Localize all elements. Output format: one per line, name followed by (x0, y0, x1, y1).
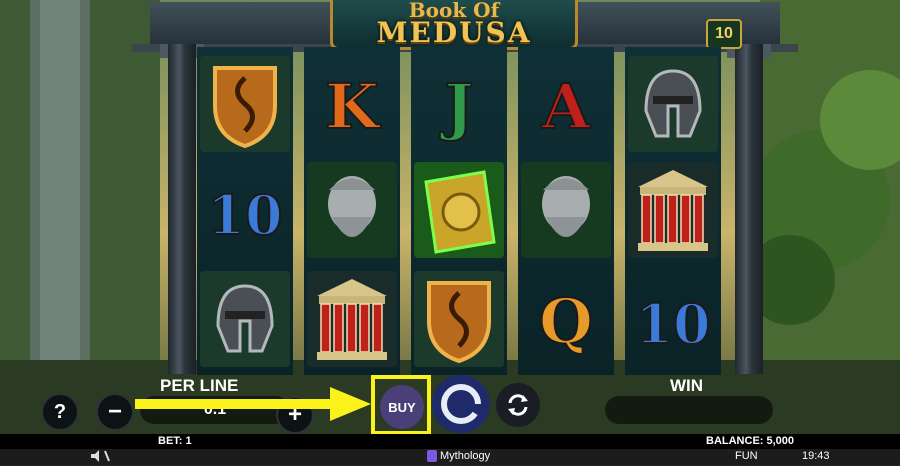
reel-cell (518, 158, 614, 262)
ten-symbol-icon: 10 (206, 182, 283, 248)
mode-text: FUN (735, 450, 758, 462)
game-logo: Book Of MEDUSA (330, 0, 578, 50)
status-bar-bottom: Mythology FUN 19:43 (0, 449, 900, 465)
reel-cell: 10 (197, 158, 293, 262)
reel-cell: 10 (625, 267, 721, 371)
svg-text:K: K (325, 70, 381, 143)
temple-symbol-icon (628, 162, 718, 258)
temple-column-right (735, 44, 763, 374)
reel-cell: K (304, 52, 400, 156)
q-symbol-icon: Q (538, 284, 594, 359)
decrease-bet-button[interactable]: − (98, 395, 132, 429)
autoplay-icon (508, 394, 528, 416)
temple-column-left (168, 44, 196, 374)
logo-line-2: MEDUSA (376, 16, 532, 49)
sound-icon[interactable] (90, 449, 112, 466)
clock-text: 19:43 (802, 450, 830, 462)
statue-symbol-icon (307, 162, 397, 258)
statue-symbol-icon (521, 162, 611, 258)
reel-cell: Q (518, 267, 614, 371)
reel-cell (411, 158, 507, 262)
spin-button[interactable] (432, 375, 490, 433)
helmet-symbol-icon (628, 56, 718, 152)
ten-symbol-icon: 10 (634, 291, 711, 357)
helmet-symbol-icon (200, 271, 290, 367)
temple-symbol-icon (307, 271, 397, 367)
help-button[interactable]: ? (43, 395, 77, 429)
svg-text:J: J (439, 70, 473, 143)
provider-name: Mythology (440, 450, 491, 462)
shield-symbol-icon (200, 56, 290, 152)
reel-cell (197, 52, 293, 156)
balance-text: BALANCE: 5,000 (706, 435, 795, 447)
reel-cell (304, 267, 400, 371)
reel-cell (625, 158, 721, 262)
reel-grid: 10 K J A Q 10 (197, 47, 722, 375)
svg-text:10: 10 (635, 292, 710, 356)
reel-cell: A (518, 52, 614, 156)
reel-cell: J (411, 52, 507, 156)
reel-2: K (304, 47, 400, 375)
k-symbol-icon: K (324, 69, 382, 144)
reel-5: 10 (625, 47, 721, 375)
reel-4: AQ (518, 47, 614, 375)
spin-icon (440, 383, 482, 425)
reel-cell (625, 52, 721, 156)
svg-text:A: A (541, 70, 591, 143)
paylines-badge: 10 (706, 19, 742, 49)
j-symbol-icon: J (438, 69, 474, 144)
total-bet-text: BET: 1 (158, 435, 192, 447)
tutorial-arrow (135, 387, 371, 421)
reel-3: J (411, 47, 507, 375)
reel-1: 10 (197, 47, 293, 375)
win-label: WIN (670, 376, 704, 395)
svg-text:10: 10 (207, 183, 282, 247)
shield-symbol-icon (414, 271, 504, 367)
svg-text:Q: Q (539, 285, 593, 358)
buy-button-highlight (371, 375, 431, 435)
a-symbol-icon: A (540, 69, 592, 144)
reel-cell (411, 267, 507, 371)
book-symbol-icon (414, 162, 504, 258)
autoplay-button[interactable] (496, 383, 540, 427)
reel-cell (304, 158, 400, 262)
reel-cell (197, 267, 293, 371)
win-display (605, 396, 773, 424)
status-bar-top: BET: 1 BALANCE: 5,000 (0, 434, 900, 449)
provider-icon (427, 450, 437, 465)
